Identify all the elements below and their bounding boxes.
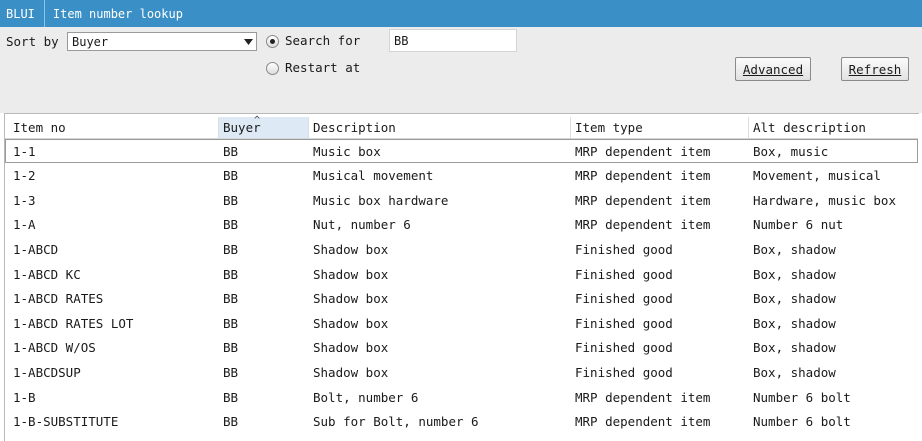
- table-row[interactable]: 1-B BB Bolt, number 6 MRP dependent item Num…: [5, 385, 918, 409]
- table-row[interactable]: 1-ABCDSUP BB Shadow box Finished good Box, s…: [5, 360, 918, 384]
- table-row[interactable]: 1-1 BB Music box MRP dependent item Box, mus…: [5, 139, 918, 163]
- cell-buyer: BB: [223, 414, 239, 430]
- table-row[interactable]: 1-A BB Nut, number 6 MRP dependent item Numb…: [5, 213, 918, 237]
- cell-description: Shadow box: [313, 241, 389, 257]
- table-row[interactable]: 1-ABCD RATES LOT BB Shadow box Finished goo…: [5, 311, 918, 335]
- advanced-button[interactable]: Advanced: [735, 57, 811, 81]
- search-panel: Sort by Buyer Search for BB Restart at A…: [0, 27, 922, 113]
- cell-alt-description: Movement, musical: [753, 168, 881, 184]
- cell-item-no: 1-B-SUBSTITUTE: [13, 414, 119, 430]
- cell-alt-description: Number 6 bolt: [753, 389, 851, 405]
- cell-buyer: BB: [223, 315, 239, 331]
- column-header-buyer[interactable]: Buyer ^: [219, 115, 309, 138]
- cell-item-type: MRP dependent item: [575, 389, 711, 405]
- cell-buyer: BB: [223, 291, 239, 307]
- sort-by-select[interactable]: Buyer: [67, 32, 257, 51]
- cell-alt-description: Number 6 bolt: [753, 414, 851, 430]
- cell-item-no: 1-1: [13, 143, 36, 159]
- refresh-button[interactable]: Refresh: [841, 57, 909, 81]
- cell-item-type: MRP dependent item: [575, 168, 711, 184]
- cell-description: Sub for Bolt, number 6: [313, 414, 479, 430]
- cell-description: Bolt, number 6: [313, 389, 419, 405]
- sort-by-value: Buyer: [72, 34, 109, 49]
- cell-item-no: 1-2: [13, 168, 36, 184]
- cell-alt-description: Box, shadow: [753, 291, 836, 307]
- cell-item-no: 1-ABCD KC: [13, 266, 81, 282]
- cell-item-no: 1-ABCD RATES: [13, 291, 104, 307]
- cell-item-no: 1-ABCD RATES LOT: [13, 315, 134, 331]
- cell-alt-description: Box, shadow: [753, 364, 836, 380]
- window-title: Item number lookup: [52, 6, 183, 21]
- sort-by-label: Sort by: [6, 34, 59, 49]
- cell-item-type: Finished good: [575, 340, 673, 356]
- restart-at-radio[interactable]: [266, 62, 279, 75]
- cell-item-type: Finished good: [575, 364, 673, 380]
- app-name: BLUI: [0, 0, 45, 27]
- cell-item-no: 1-ABCD W/OS: [13, 340, 96, 356]
- restart-at-label: Restart at: [285, 60, 361, 75]
- cell-buyer: BB: [223, 389, 239, 405]
- cell-item-type: Finished good: [575, 241, 673, 257]
- column-header-alt-description[interactable]: Alt description: [749, 117, 918, 138]
- cell-item-type: Finished good: [575, 315, 673, 331]
- cell-item-type: MRP dependent item: [575, 217, 711, 233]
- sort-ascending-icon: ^: [254, 115, 261, 126]
- cell-buyer: BB: [223, 217, 239, 233]
- table-row[interactable]: 1-3 BB Music box hardware MRP dependent ite…: [5, 188, 918, 212]
- cell-description: Shadow box: [313, 364, 389, 380]
- cell-alt-description: Box, shadow: [753, 266, 836, 282]
- cell-buyer: BB: [223, 143, 239, 159]
- table-row[interactable]: 1-ABCD BB Shadow box Finished good Box, shad…: [5, 237, 918, 261]
- search-for-label: Search for: [285, 33, 361, 48]
- cell-buyer: BB: [223, 192, 239, 208]
- table-row[interactable]: 1-ABCD KC BB Shadow box Finished good Box, s…: [5, 262, 918, 286]
- cell-item-type: MRP dependent item: [575, 414, 711, 430]
- cell-description: Shadow box: [313, 266, 389, 282]
- title-bar: BLUI Item number lookup: [0, 0, 922, 27]
- cell-buyer: BB: [223, 340, 239, 356]
- cell-item-type: MRP dependent item: [575, 192, 711, 208]
- column-header-description[interactable]: Description: [309, 117, 571, 138]
- cell-alt-description: Box, shadow: [753, 340, 836, 356]
- cell-item-no: 1-ABCD: [13, 241, 59, 257]
- cell-item-no: 1-B: [13, 389, 36, 405]
- cell-item-type: Finished good: [575, 266, 673, 282]
- results-grid: Item no Buyer ^ Description Item type Al…: [4, 113, 919, 441]
- column-header-item-no[interactable]: Item no: [9, 117, 219, 138]
- grid-header: Item no Buyer ^ Description Item type Al…: [5, 115, 918, 139]
- cell-alt-description: Number 6 nut: [753, 217, 844, 233]
- cell-buyer: BB: [223, 364, 239, 380]
- table-row[interactable]: 1-2 BB Musical movement MRP dependent item M…: [5, 164, 918, 188]
- cell-description: Shadow box: [313, 291, 389, 307]
- cell-description: Shadow box: [313, 315, 389, 331]
- table-row[interactable]: 1-B-SUBSTITUTE BB Sub for Bolt, number 6 MR…: [5, 410, 918, 434]
- column-header-item-type[interactable]: Item type: [571, 117, 749, 138]
- search-for-radio[interactable]: [266, 35, 279, 48]
- cell-item-no: 1-3: [13, 192, 36, 208]
- cell-description: Music box hardware: [313, 192, 449, 208]
- cell-buyer: BB: [223, 168, 239, 184]
- table-row[interactable]: 1-ABCD W/OS BB Shadow box Finished good Box,…: [5, 336, 918, 360]
- cell-description: Shadow box: [313, 340, 389, 356]
- cell-description: Music box: [313, 143, 381, 159]
- cell-description: Musical movement: [313, 168, 434, 184]
- cell-item-type: Finished good: [575, 291, 673, 307]
- cell-description: Nut, number 6: [313, 217, 411, 233]
- cell-alt-description: Box, music: [753, 143, 829, 159]
- cell-alt-description: Hardware, music box: [753, 192, 896, 208]
- cell-buyer: BB: [223, 241, 239, 257]
- cell-buyer: BB: [223, 266, 239, 282]
- cell-alt-description: Box, shadow: [753, 241, 836, 257]
- cell-alt-description: Box, shadow: [753, 315, 836, 331]
- table-row[interactable]: 1-ABCD RATES BB Shadow box Finished good Box…: [5, 287, 918, 311]
- cell-item-no: 1-A: [13, 217, 36, 233]
- cell-item-type: MRP dependent item: [575, 143, 711, 159]
- chevron-down-icon[interactable]: [242, 36, 254, 48]
- search-input[interactable]: BB: [389, 29, 517, 52]
- cell-item-no: 1-ABCDSUP: [13, 364, 81, 380]
